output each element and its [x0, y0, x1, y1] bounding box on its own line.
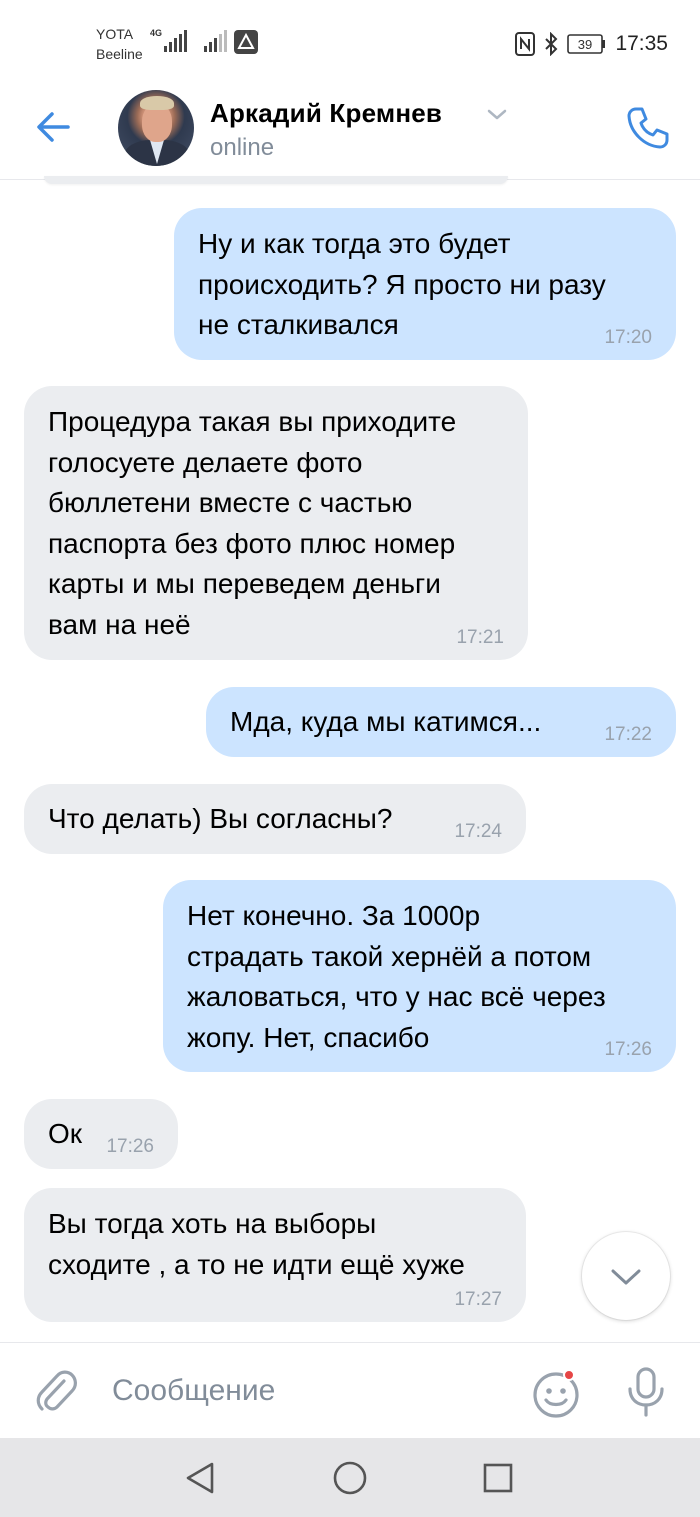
- message-text: Нет конечно. За 1000р страдать такой хер…: [187, 900, 606, 1053]
- chat-header: Аркадий Кремнев online: [0, 84, 700, 180]
- message-incoming[interactable]: Ок 17:26: [24, 1099, 178, 1169]
- message-outgoing[interactable]: Ну и как тогда это будет происходить? Я …: [174, 208, 676, 360]
- message-incoming[interactable]: Процедура такая вы приходите голосуете д…: [24, 386, 528, 660]
- voice-message-button[interactable]: [622, 1365, 670, 1419]
- battery-level: 39: [578, 37, 592, 52]
- nav-home-icon: [333, 1461, 367, 1495]
- message-text: Мда, куда мы катимся...: [230, 706, 542, 737]
- message-text: Вы тогда хоть на выборы сходите , а то н…: [48, 1208, 465, 1280]
- nfc-icon: [515, 32, 536, 56]
- app-notification-icon: [234, 30, 258, 54]
- avatar[interactable]: [118, 90, 194, 166]
- back-arrow-icon: [37, 112, 70, 142]
- message-time: 17:21: [456, 627, 504, 648]
- message-time: 17:27: [454, 1289, 502, 1310]
- attach-button[interactable]: [32, 1367, 80, 1415]
- microphone-icon: [628, 1367, 664, 1417]
- message-time: 17:26: [106, 1136, 154, 1157]
- message-composer: [0, 1342, 700, 1438]
- message-time: 17:26: [604, 1039, 652, 1060]
- call-button[interactable]: [622, 102, 674, 154]
- previous-message-edge: [44, 176, 508, 184]
- nav-back-button[interactable]: [180, 1458, 220, 1498]
- message-text: Ну и как тогда это будет происходить? Я …: [198, 228, 606, 340]
- nav-recents-button[interactable]: [478, 1458, 518, 1498]
- signal-strength-icon: [164, 30, 187, 52]
- attach-icon: [36, 1370, 77, 1411]
- system-nav-bar: [0, 1438, 700, 1517]
- status-bar: YOTA Beeline 4G 39 17:35: [0, 0, 700, 84]
- message-time: 17:20: [604, 327, 652, 348]
- chevron-down-icon: [611, 1269, 641, 1285]
- nav-recents-icon: [483, 1463, 513, 1493]
- status-clock: 17:35: [615, 32, 668, 55]
- battery-icon: 39: [567, 34, 606, 54]
- contact-name[interactable]: Аркадий Кремнев: [210, 98, 442, 129]
- nav-home-button[interactable]: [330, 1458, 370, 1498]
- message-input[interactable]: [100, 1363, 500, 1419]
- message-time: 17:24: [454, 821, 502, 842]
- message-incoming[interactable]: Что делать) Вы согласны? 17:24: [24, 784, 526, 854]
- nav-back-icon: [186, 1462, 214, 1494]
- back-button[interactable]: [30, 102, 80, 152]
- new-stickers-badge: [563, 1369, 575, 1381]
- message-text: Процедура такая вы приходите голосуете д…: [48, 406, 457, 640]
- phone-icon: [627, 107, 669, 149]
- message-time: 17:22: [604, 724, 652, 745]
- message-outgoing[interactable]: Нет конечно. За 1000р страдать такой хер…: [163, 880, 676, 1072]
- carrier-name-1: YOTA: [96, 26, 134, 42]
- bluetooth-icon: [545, 32, 558, 56]
- scroll-down-button[interactable]: [582, 1232, 670, 1320]
- message-outgoing[interactable]: Мда, куда мы катимся... 17:22: [206, 687, 676, 757]
- message-incoming[interactable]: Вы тогда хоть на выборы сходите , а то н…: [24, 1188, 526, 1322]
- contact-status: online: [210, 134, 275, 161]
- network-type: 4G: [150, 28, 163, 38]
- status-right: 39 17:35: [515, 30, 668, 58]
- message-text: Что делать) Вы согласны?: [48, 803, 393, 834]
- carrier-info: YOTA Beeline 4G: [96, 24, 162, 64]
- signal-strength-2-icon: [204, 30, 227, 52]
- carrier-name-2: Beeline: [96, 46, 143, 62]
- chevron-down-icon[interactable]: [486, 108, 508, 122]
